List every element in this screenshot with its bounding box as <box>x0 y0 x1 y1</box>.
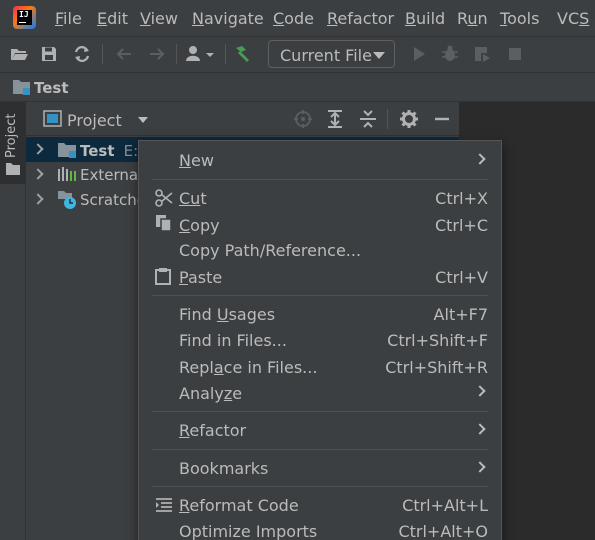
menu-item-cut[interactable]: Cut <box>179 189 207 208</box>
menu-item-find-in-files[interactable]: Find in Files... <box>179 331 287 350</box>
menu-view[interactable]: View <box>140 9 178 28</box>
menu-separator <box>152 449 488 450</box>
menu-run[interactable]: Run <box>457 9 488 28</box>
menu-build[interactable]: Build <box>405 9 445 28</box>
shortcut-label: Ctrl+C <box>434 216 488 235</box>
app-logo-icon: IJ <box>13 6 36 29</box>
menu-separator <box>152 486 488 487</box>
menu-item-replace-in-files[interactable]: Replace in Files... <box>179 358 317 377</box>
menu-vcs[interactable]: VCS <box>557 9 589 28</box>
toolbar-separator <box>176 44 177 64</box>
list-item[interactable]: External <box>80 166 142 184</box>
menu-item-new[interactable]: New <box>179 151 214 170</box>
breadcrumb-project-label[interactable]: Test <box>34 79 69 97</box>
toolbar-separator <box>102 44 103 64</box>
shortcut-label: Ctrl+V <box>435 268 488 287</box>
chevron-down-icon[interactable] <box>138 117 148 123</box>
shortcut-label: Ctrl+Shift+F <box>387 331 488 350</box>
shortcut-label: Ctrl+Alt+O <box>398 522 488 540</box>
collapse-all-icon[interactable] <box>358 109 378 129</box>
menu-item-copy[interactable]: Copy <box>179 216 220 235</box>
project-panel-title[interactable]: Project <box>67 111 122 130</box>
menu-item-reformat-code[interactable]: Reformat Code <box>179 496 299 515</box>
gear-icon[interactable] <box>399 109 419 129</box>
project-view-icon <box>43 110 62 127</box>
menu-item-find-usages[interactable]: Find Usages <box>179 305 275 324</box>
menu-item-optimize-imports[interactable]: Optimize Imports <box>179 522 317 540</box>
menu-tools[interactable]: Tools <box>500 9 539 28</box>
paste-icon <box>155 268 171 285</box>
library-icon <box>58 167 76 181</box>
breadcrumb <box>0 72 595 102</box>
reformat-code-icon <box>156 498 172 512</box>
menu-refactor[interactable]: Refactor <box>327 9 394 28</box>
shortcut-label: Ctrl+Shift+R <box>385 358 488 377</box>
menu-item-copy-path[interactable]: Copy Path/Reference... <box>179 241 361 260</box>
save-icon[interactable] <box>39 44 59 64</box>
menu-separator <box>152 179 488 180</box>
menu-item-bookmarks[interactable]: Bookmarks <box>179 459 268 478</box>
stop-icon[interactable] <box>505 44 525 64</box>
run-icon[interactable] <box>409 44 429 64</box>
menu-navigate[interactable]: Navigate <box>192 9 264 28</box>
folder-icon <box>6 163 20 175</box>
copy-icon <box>156 215 172 232</box>
debug-icon[interactable] <box>440 44 460 64</box>
sync-icon[interactable] <box>72 44 92 64</box>
menu-item-analyze[interactable]: Analyze <box>179 384 242 403</box>
scissors-icon <box>155 189 173 207</box>
run-configuration-dropdown[interactable]: Current File <box>268 40 395 68</box>
project-folder-icon <box>58 143 76 158</box>
menu-edit[interactable]: Edit <box>97 9 128 28</box>
menu-separator <box>152 295 488 296</box>
build-hammer-icon[interactable] <box>232 44 252 64</box>
menu-file[interactable]: File <box>55 9 82 28</box>
project-folder-icon <box>13 80 30 95</box>
chevron-down-icon <box>373 52 385 59</box>
project-tool-tab-label: Project <box>4 113 19 158</box>
toolbar-separator <box>225 44 226 64</box>
open-folder-icon[interactable] <box>9 44 29 64</box>
scratches-icon <box>58 191 76 209</box>
header-separator <box>387 109 388 129</box>
shortcut-label: Ctrl+X <box>435 189 488 208</box>
run-configuration-label: Current File <box>280 46 372 65</box>
back-arrow-icon[interactable] <box>114 44 134 64</box>
list-item[interactable]: Test E:\ <box>80 141 143 160</box>
menu-item-paste[interactable]: Paste <box>179 268 222 287</box>
expand-all-icon[interactable] <box>325 109 345 129</box>
shortcut-label: Ctrl+Alt+L <box>402 496 488 515</box>
forward-arrow-icon[interactable] <box>147 44 167 64</box>
shortcut-label: Alt+F7 <box>433 305 488 324</box>
menu-code[interactable]: Code <box>273 9 314 28</box>
minimize-icon[interactable] <box>432 109 452 129</box>
tree-item-label: Test <box>80 142 115 160</box>
list-item[interactable]: Scratche <box>80 191 146 209</box>
menu-item-refactor[interactable]: Refactor <box>179 421 246 440</box>
menu-separator <box>152 411 488 412</box>
user-dropdown-icon[interactable] <box>184 44 218 64</box>
run-with-coverage-icon[interactable] <box>472 44 492 64</box>
locate-target-icon[interactable] <box>293 109 313 129</box>
